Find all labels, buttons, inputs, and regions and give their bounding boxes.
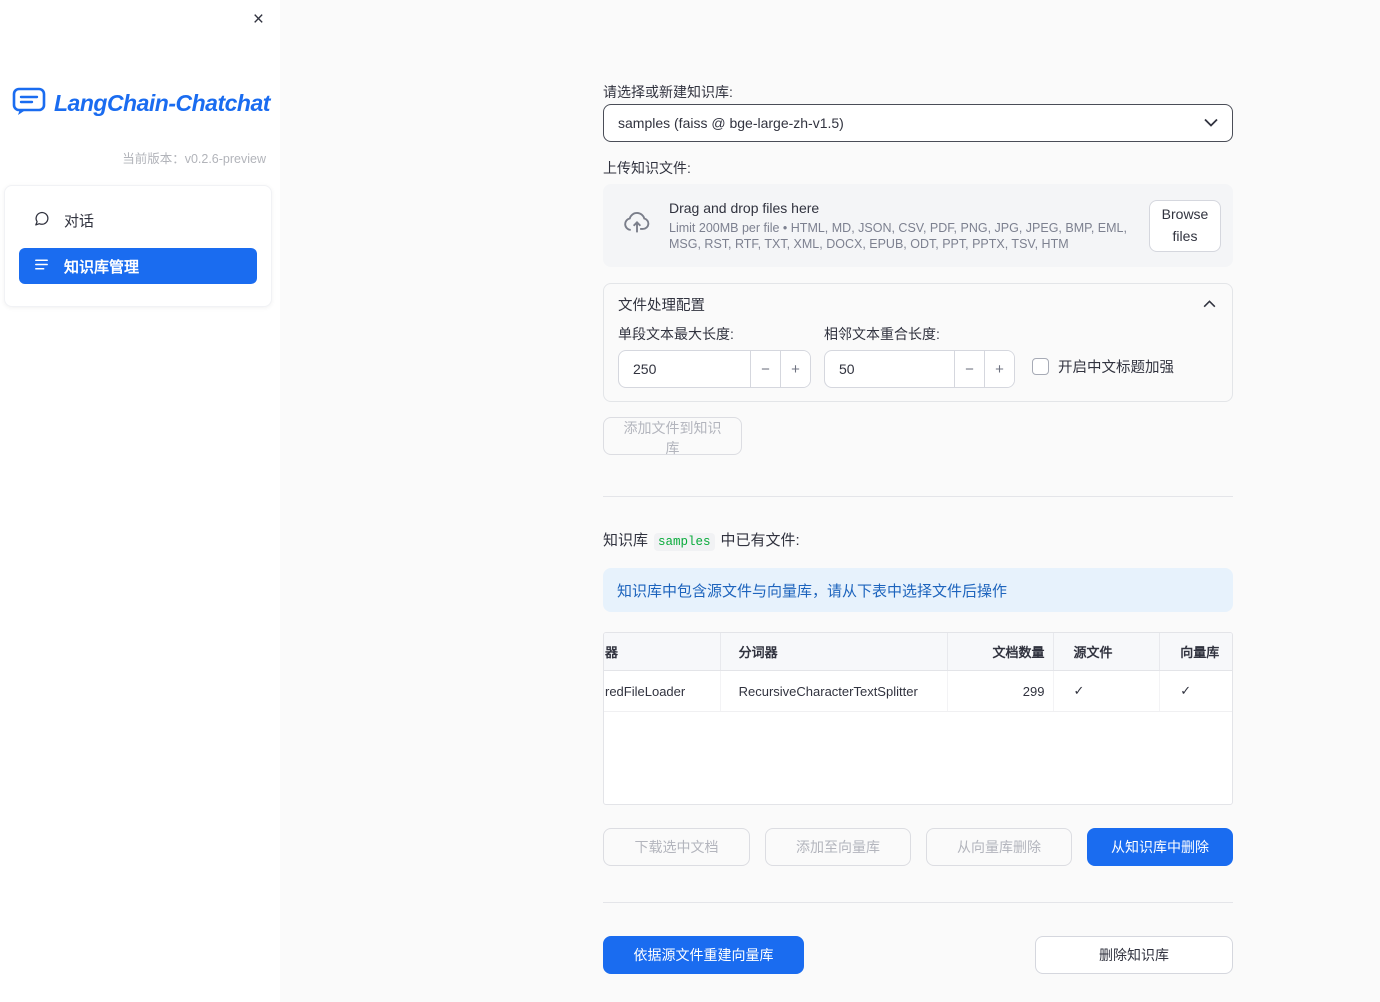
- table-row[interactable]: redFileLoader RecursiveCharacterTextSpli…: [604, 671, 1232, 712]
- file-config-expander: 文件处理配置 单段文本最大长度: 250 − + 相邻文本重合长度: 50 − …: [603, 283, 1233, 402]
- chunk-size-field: 单段文本最大长度: 250 − +: [618, 324, 811, 388]
- checkbox-box[interactable]: [1032, 358, 1049, 375]
- overlap-size-value[interactable]: 50: [825, 351, 954, 387]
- table-actions: 下载选中文档 添加至向量库 从向量库删除 从知识库中删除: [603, 828, 1233, 866]
- overlap-size-label: 相邻文本重合长度:: [824, 326, 940, 342]
- app-logo: LangChain-Chatchat: [12, 86, 280, 121]
- divider: [603, 496, 1233, 497]
- minus-icon[interactable]: −: [750, 351, 780, 387]
- version-text: 当前版本：v0.2.6-preview: [122, 152, 266, 166]
- download-selected-button[interactable]: 下载选中文档: [603, 828, 750, 866]
- add-to-vector-button[interactable]: 添加至向量库: [765, 828, 911, 866]
- plus-icon[interactable]: +: [984, 351, 1014, 387]
- table-header-source[interactable]: 源文件: [1052, 633, 1160, 670]
- divider: [603, 902, 1233, 903]
- sidebar-menu: 对话 知识库管理: [4, 185, 272, 307]
- table-header-row: 器 分词器 文档数量 源文件 向量库: [604, 633, 1232, 671]
- list-icon: [33, 256, 50, 277]
- overlap-size-field: 相邻文本重合长度: 50 − +: [824, 324, 1015, 388]
- table-header-doc-count[interactable]: 文档数量: [946, 633, 1053, 670]
- table-header-vector[interactable]: 向量库: [1159, 633, 1232, 670]
- content-column: 请选择或新建知识库: samples (faiss @ bge-large-zh…: [603, 0, 1233, 974]
- sidebar-item-label: 对话: [64, 212, 95, 230]
- upload-label: 上传知识文件:: [603, 160, 691, 176]
- table-header-splitter[interactable]: 分词器: [719, 633, 947, 670]
- delete-from-kb-button[interactable]: 从知识库中删除: [1087, 828, 1233, 866]
- delete-kb-button[interactable]: 删除知识库: [1035, 936, 1233, 974]
- main-area: 请选择或新建知识库: samples (faiss @ bge-large-zh…: [280, 0, 1380, 1002]
- sidebar-item-kb-management[interactable]: 知识库管理: [19, 248, 257, 284]
- chunk-size-value[interactable]: 250: [619, 351, 750, 387]
- sidebar-close-icon[interactable]: ×: [249, 6, 268, 33]
- kb-name-code: samples: [654, 533, 715, 551]
- expander-body: 单段文本最大长度: 250 − + 相邻文本重合长度: 50 − + 开启中文标…: [604, 324, 1232, 401]
- chunk-size-label: 单段文本最大长度:: [618, 326, 734, 342]
- plus-icon[interactable]: +: [780, 351, 810, 387]
- expander-header[interactable]: 文件处理配置: [604, 284, 1232, 324]
- uploader-instructions: Drag and drop files here Limit 200MB per…: [669, 200, 1135, 252]
- kb-selectbox[interactable]: samples (faiss @ bge-large-zh-v1.5): [603, 104, 1233, 142]
- expander-title: 文件处理配置: [618, 297, 705, 314]
- cell-loader: redFileLoader: [605, 683, 686, 699]
- info-banner: 知识库中包含源文件与向量库，请从下表中选择文件后操作: [603, 568, 1233, 612]
- chat-bubble-icon: [33, 210, 50, 231]
- cell-source-check: ✓: [1052, 671, 1160, 711]
- logo-chat-icon: [12, 86, 46, 121]
- cell-vector-check: ✓: [1159, 671, 1232, 711]
- cell-doc-count: 299: [946, 671, 1053, 711]
- sidebar-item-label: 知识库管理: [64, 258, 140, 276]
- file-uploader-dropzone[interactable]: Drag and drop files here Limit 200MB per…: [603, 184, 1233, 267]
- kb-selectbox-value: samples (faiss @ bge-large-zh-v1.5): [618, 115, 844, 131]
- app-root: × LangChain-Chatchat 当前版本：v0.2.6-preview: [0, 0, 1380, 1002]
- rebuild-vector-store-button[interactable]: 依据源文件重建向量库: [603, 936, 804, 974]
- table-header-loader[interactable]: 器: [604, 633, 720, 670]
- chevron-up-icon: [1203, 295, 1216, 313]
- zh-title-enhance-checkbox[interactable]: 开启中文标题加强: [1032, 356, 1174, 377]
- minus-icon[interactable]: −: [954, 351, 984, 387]
- kb-bottom-actions: 依据源文件重建向量库 删除知识库: [603, 936, 1233, 974]
- cloud-upload-icon: [619, 208, 655, 243]
- kb-files-heading: 知识库 samples 中已有文件:: [603, 532, 800, 551]
- add-files-to-kb-button[interactable]: 添加文件到知识库: [603, 417, 742, 456]
- uploader-limits: Limit 200MB per file • HTML, MD, JSON, C…: [669, 220, 1127, 251]
- sidebar-item-chat[interactable]: 对话: [19, 202, 257, 238]
- chevron-down-icon: [1204, 114, 1218, 132]
- uploader-title: Drag and drop files here: [669, 199, 820, 216]
- browse-files-button[interactable]: Browse files: [1149, 199, 1221, 252]
- chunk-size-input[interactable]: 250 − +: [618, 350, 811, 388]
- cell-splitter: RecursiveCharacterTextSplitter: [719, 671, 947, 711]
- overlap-size-input[interactable]: 50 − +: [824, 350, 1015, 388]
- checkbox-label: 开启中文标题加强: [1058, 360, 1174, 376]
- delete-from-vector-button[interactable]: 从向量库删除: [926, 828, 1072, 866]
- kb-files-table[interactable]: 器 分词器 文档数量 源文件 向量库 redFileLoader Recursi…: [603, 632, 1233, 805]
- sidebar: × LangChain-Chatchat 当前版本：v0.2.6-preview: [0, 0, 280, 1002]
- app-title: LangChain-Chatchat: [54, 90, 270, 116]
- kb-select-label: 请选择或新建知识库:: [603, 84, 733, 100]
